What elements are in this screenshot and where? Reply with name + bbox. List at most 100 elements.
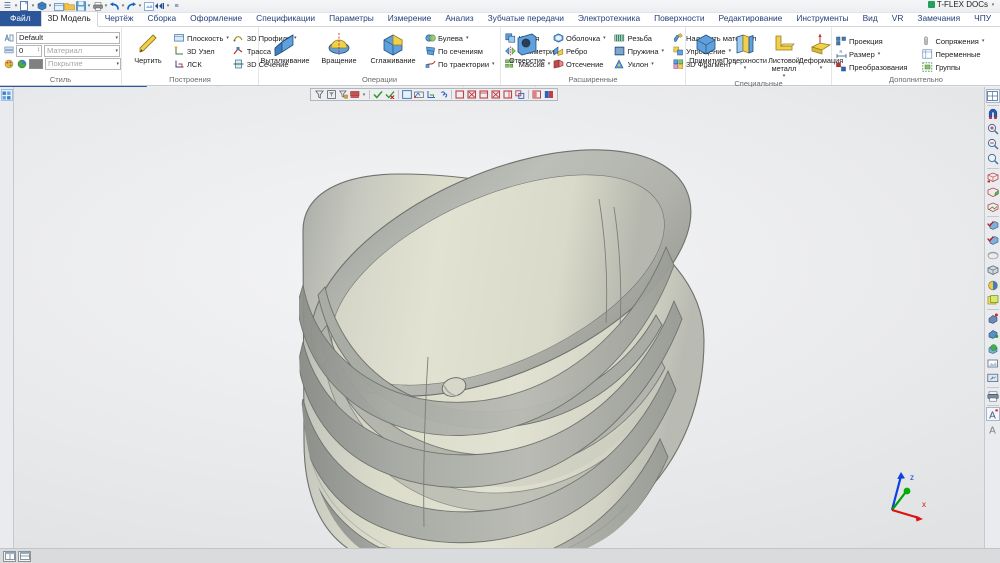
preview-icon[interactable] bbox=[143, 1, 154, 12]
link-icon[interactable] bbox=[437, 89, 449, 100]
half-tone-icon[interactable] bbox=[986, 278, 1000, 292]
color-cube-icon[interactable] bbox=[986, 293, 1000, 307]
iso-view-icon[interactable] bbox=[986, 263, 1000, 277]
new-document-icon[interactable] bbox=[19, 1, 30, 12]
tab-analysis[interactable]: Анализ bbox=[438, 12, 480, 26]
customize-icon[interactable]: ≡ bbox=[171, 1, 182, 12]
transform-button[interactable]: Преобразования bbox=[835, 61, 909, 73]
dimension-dropdown-caret[interactable]: ▾ bbox=[878, 51, 881, 57]
box-iso-icon[interactable] bbox=[514, 89, 526, 100]
blend-button[interactable]: Сглаживание bbox=[370, 30, 416, 65]
style-combo[interactable]: Default bbox=[16, 32, 120, 44]
draft-dropdown-caret[interactable]: ▾ bbox=[651, 61, 654, 67]
boolean-button[interactable]: Булева ▾ bbox=[424, 32, 497, 44]
view-layout-icon[interactable] bbox=[985, 89, 1000, 103]
light-source-icon[interactable] bbox=[986, 311, 1000, 325]
text-style-icon[interactable]: A bbox=[985, 407, 1000, 421]
rib-button[interactable]: Ребро bbox=[552, 45, 608, 57]
view-axis-icon[interactable] bbox=[425, 89, 437, 100]
sweep-dropdown-caret[interactable]: ▾ bbox=[492, 61, 495, 67]
model-tree-icon[interactable] bbox=[0, 89, 13, 101]
plane-button[interactable]: Плоскость ▾ bbox=[173, 32, 231, 44]
shell-button[interactable]: Оболочка ▾ bbox=[552, 32, 608, 44]
screen-capture-icon[interactable] bbox=[986, 371, 1000, 385]
cancel-cross-icon[interactable] bbox=[384, 89, 396, 100]
coating-combo[interactable]: Покрытие bbox=[45, 58, 121, 70]
hidden-line-icon[interactable] bbox=[986, 185, 1000, 199]
print-icon[interactable] bbox=[92, 1, 103, 12]
spring-dropdown-caret[interactable]: ▾ bbox=[662, 48, 665, 54]
spring-button[interactable]: Пружина ▾ bbox=[614, 45, 666, 57]
rollback-icon[interactable] bbox=[154, 1, 165, 12]
tab-drawing[interactable]: Чертёж bbox=[98, 12, 141, 26]
color-dropdown-caret[interactable]: ▾ bbox=[361, 92, 367, 98]
view-plane-icon[interactable] bbox=[413, 89, 425, 100]
sheet-metal-button[interactable]: Листовой металл ▾ bbox=[767, 30, 801, 79]
split-view-horizontal-icon[interactable] bbox=[3, 550, 16, 562]
tab-specifications[interactable]: Спецификации bbox=[249, 12, 322, 26]
tab-gears[interactable]: Зубчатые передачи bbox=[481, 12, 571, 26]
tab-assembly[interactable]: Сборка bbox=[141, 12, 184, 26]
sweep-button[interactable]: По траектории ▾ bbox=[424, 58, 497, 70]
wireframe-icon[interactable] bbox=[986, 170, 1000, 184]
deform-dropdown-caret[interactable]: ▾ bbox=[820, 65, 823, 71]
render-quality2-icon[interactable] bbox=[986, 233, 1000, 247]
tab-vr[interactable]: VR bbox=[885, 12, 911, 26]
revolve-button[interactable]: Вращение bbox=[316, 30, 362, 65]
image-plane-icon[interactable] bbox=[986, 356, 1000, 370]
render-quality-icon[interactable] bbox=[986, 218, 1000, 232]
view-frame-icon[interactable] bbox=[401, 89, 413, 100]
print-view-icon[interactable] bbox=[986, 389, 1000, 403]
save-icon[interactable] bbox=[75, 1, 86, 12]
menu-icon[interactable]: ☰ bbox=[2, 1, 13, 12]
half-shade-icon[interactable] bbox=[531, 89, 543, 100]
mates-button[interactable]: Сопряжения ▾ bbox=[921, 35, 986, 47]
tab-view[interactable]: Вид bbox=[856, 12, 885, 26]
tab-notes[interactable]: Замечания bbox=[910, 12, 967, 26]
extrude-button[interactable]: Выталкивание bbox=[261, 30, 309, 65]
hole-button[interactable]: Отверстие bbox=[504, 30, 550, 65]
tab-surfaces[interactable]: Поверхности bbox=[647, 12, 711, 26]
box-top-icon[interactable] bbox=[478, 89, 490, 100]
draft-button[interactable]: Уклон ▾ bbox=[614, 58, 666, 70]
loft-button[interactable]: По сечениям bbox=[424, 45, 497, 57]
filter-icon[interactable] bbox=[313, 89, 325, 100]
thread-button[interactable]: Резьба bbox=[614, 32, 666, 44]
green-sphere-icon[interactable] bbox=[986, 341, 1000, 355]
draw-button[interactable]: Чертить bbox=[125, 30, 171, 65]
dimension-button[interactable]: R Размер ▾ bbox=[835, 48, 909, 60]
variables-button[interactable]: Переменные bbox=[921, 48, 986, 60]
material-drop-icon[interactable] bbox=[986, 326, 1000, 340]
boolean-dropdown-caret[interactable]: ▾ bbox=[466, 35, 469, 41]
open-file-icon[interactable] bbox=[64, 1, 75, 12]
box-front-icon[interactable] bbox=[454, 89, 466, 100]
box-right-icon[interactable] bbox=[502, 89, 514, 100]
zoom-in-icon[interactable] bbox=[986, 122, 1000, 136]
filter-frame-icon[interactable] bbox=[325, 89, 337, 100]
tab-cnc[interactable]: ЧПУ bbox=[967, 12, 998, 26]
groups-button[interactable]: Группы bbox=[921, 61, 986, 73]
tab-tools[interactable]: Инструменты bbox=[789, 12, 855, 26]
primitive-dropdown-caret[interactable]: ▾ bbox=[705, 65, 708, 71]
tab-measurement[interactable]: Измерение bbox=[381, 12, 439, 26]
render-mode-icon[interactable] bbox=[543, 89, 555, 100]
plane-dropdown-caret[interactable]: ▾ bbox=[226, 35, 229, 41]
color-wheel-icon[interactable] bbox=[16, 59, 27, 70]
lcs-button[interactable]: ЛСК bbox=[173, 58, 231, 70]
redo-icon[interactable] bbox=[126, 1, 137, 12]
primitive-button[interactable]: Примитив ▾ bbox=[689, 30, 723, 71]
color-swatch[interactable] bbox=[29, 59, 43, 69]
zoom-out-icon[interactable] bbox=[986, 137, 1000, 151]
shade-icon[interactable] bbox=[986, 200, 1000, 214]
surfaces-dropdown-caret[interactable]: ▾ bbox=[744, 65, 747, 71]
tab-electrotech[interactable]: Электротехника bbox=[571, 12, 647, 26]
box-section-icon[interactable] bbox=[490, 89, 502, 100]
zoom-window-icon[interactable] bbox=[986, 152, 1000, 166]
open-folder-icon[interactable] bbox=[53, 1, 64, 12]
tab-3d-model[interactable]: 3D Модель bbox=[40, 11, 98, 27]
cut-button[interactable]: Отсечение bbox=[552, 58, 608, 70]
node-button[interactable]: 3D Узел bbox=[173, 45, 231, 57]
tab-parameters[interactable]: Параметры bbox=[322, 12, 381, 26]
mates-dropdown-caret[interactable]: ▾ bbox=[982, 38, 985, 44]
open-3d-icon[interactable] bbox=[36, 1, 47, 12]
